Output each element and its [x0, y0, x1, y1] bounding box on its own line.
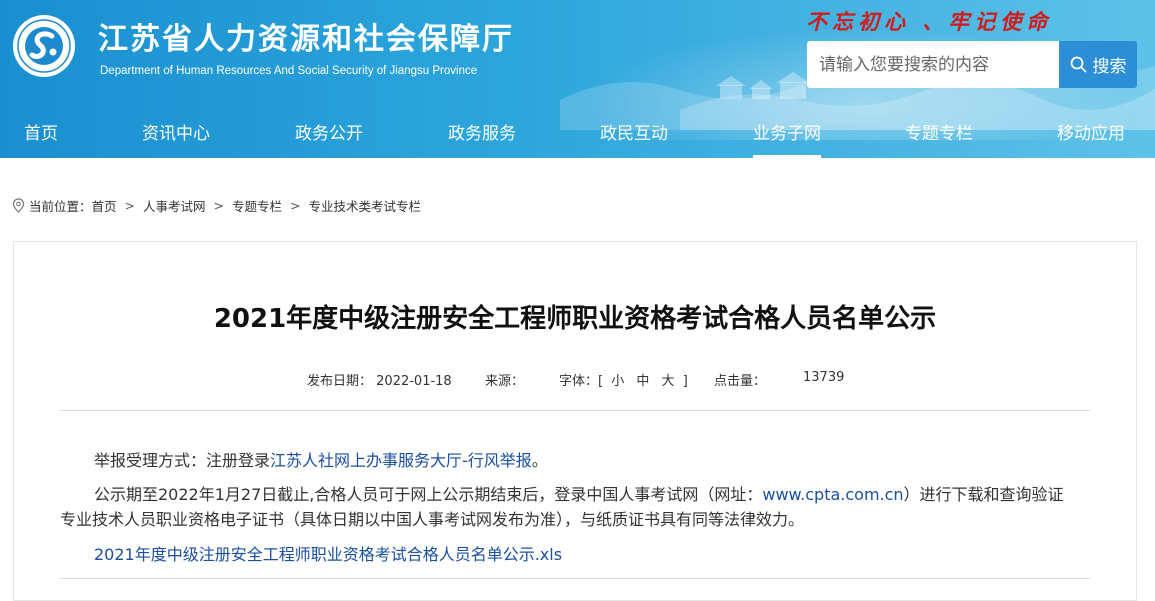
nav-item-government-affairs[interactable]: 政务公开	[295, 110, 363, 158]
article-title: 2021年度中级注册安全工程师职业资格考试合格人员名单公示	[213, 304, 937, 334]
font-size-medium[interactable]: 中	[636, 374, 649, 389]
breadcrumb-item-home[interactable]: 首页	[92, 196, 117, 215]
nav-item-news[interactable]: 资讯中心	[142, 110, 210, 158]
breadcrumb-separator: >	[124, 198, 136, 213]
breadcrumb-item-exam-site[interactable]: 人事考试网	[143, 196, 206, 215]
notice-text: 公示期至2022年1月27日截止,合格人员可于网上公示期结束后，登录中国人事考试…	[94, 485, 763, 504]
article-bottom-divider	[60, 578, 1090, 579]
breadcrumb-separator: >	[290, 198, 301, 213]
report-text-end: 。	[531, 451, 548, 470]
nav-item-mobile[interactable]: 移动应用	[1057, 110, 1125, 158]
attachment-row: 2021年度中级注册安全工程师职业资格考试合格人员名单公示.xls	[94, 540, 562, 570]
article-divider	[60, 410, 1090, 411]
breadcrumb-item-professional-exams[interactable]: 专业技术类考试专栏	[309, 196, 422, 215]
site-subtitle: Department of Human Resources And Social…	[100, 65, 478, 77]
click-count-value: 13739	[803, 370, 845, 385]
nav-item-services[interactable]: 政务服务	[448, 110, 516, 158]
cpta-url-link[interactable]: www.cpta.com.cn	[762, 485, 903, 504]
attachment-xls-link[interactable]: 2021年度中级注册安全工程师职业资格考试合格人员名单公示.xls	[94, 545, 562, 564]
font-size-switcher: 字体：[ 小 中 大 ]	[559, 370, 688, 389]
search-input[interactable]	[807, 41, 1059, 88]
search-icon	[1070, 56, 1086, 73]
breadcrumb: 当前位置： 首页 > 人事考试网 > 专题专栏 > 专业技术类考试专栏	[12, 196, 421, 215]
nav-item-business-subsites[interactable]: 业务子网	[753, 110, 821, 158]
nav-item-topics[interactable]: 专题专栏	[905, 110, 973, 158]
breadcrumb-prefix: 当前位置：	[29, 199, 92, 214]
location-pin-icon	[12, 198, 25, 213]
site-header: 江苏省人力资源和社会保障厅 Department of Human Resour…	[0, 0, 1155, 158]
search-button-label: 搜索	[1092, 57, 1127, 77]
font-size-small[interactable]: 小	[611, 374, 624, 389]
nav-item-home[interactable]: 首页	[24, 110, 58, 158]
slogan: 不忘初心 、牢记使命	[806, 9, 1053, 34]
publish-date-label: 发布日期：	[307, 374, 373, 389]
breadcrumb-separator: >	[213, 198, 225, 213]
font-size-close: ]	[682, 374, 688, 389]
click-count-label: 点击量：	[714, 374, 767, 389]
font-size-large[interactable]: 大	[662, 374, 675, 389]
source-label: 来源：	[485, 374, 525, 389]
report-service-link[interactable]: 江苏人社网上办事服务大厅-行风举报	[270, 451, 532, 470]
publish-date: 发布日期： 2022-01-18	[307, 370, 452, 389]
site-title: 江苏省人力资源和社会保障厅	[98, 22, 514, 57]
report-paragraph: 举报受理方式：注册登录江苏人社网上办事服务大厅-行风举报。	[94, 446, 548, 476]
breadcrumb-item-topics[interactable]: 专题专栏	[232, 196, 282, 215]
search-button[interactable]: 搜索	[1059, 41, 1137, 88]
report-text: 举报受理方式：注册登录	[94, 451, 271, 470]
notice-text-cont: ）进行下载和查询验证	[903, 485, 1064, 504]
font-size-label: 字体：[	[559, 374, 604, 389]
main-nav: 首页 资讯中心 政务公开 政务服务 政民互动 业务子网 专题专栏 移动应用	[0, 110, 1155, 158]
department-logo[interactable]	[12, 14, 76, 78]
publish-date-value: 2022-01-18	[376, 374, 452, 389]
nav-item-interaction[interactable]: 政民互动	[600, 110, 668, 158]
notice-paragraph-line2: 专业技术人员职业资格电子证书（具体日期以中国人事考试网发布为准），与纸质证书具有…	[60, 510, 805, 529]
